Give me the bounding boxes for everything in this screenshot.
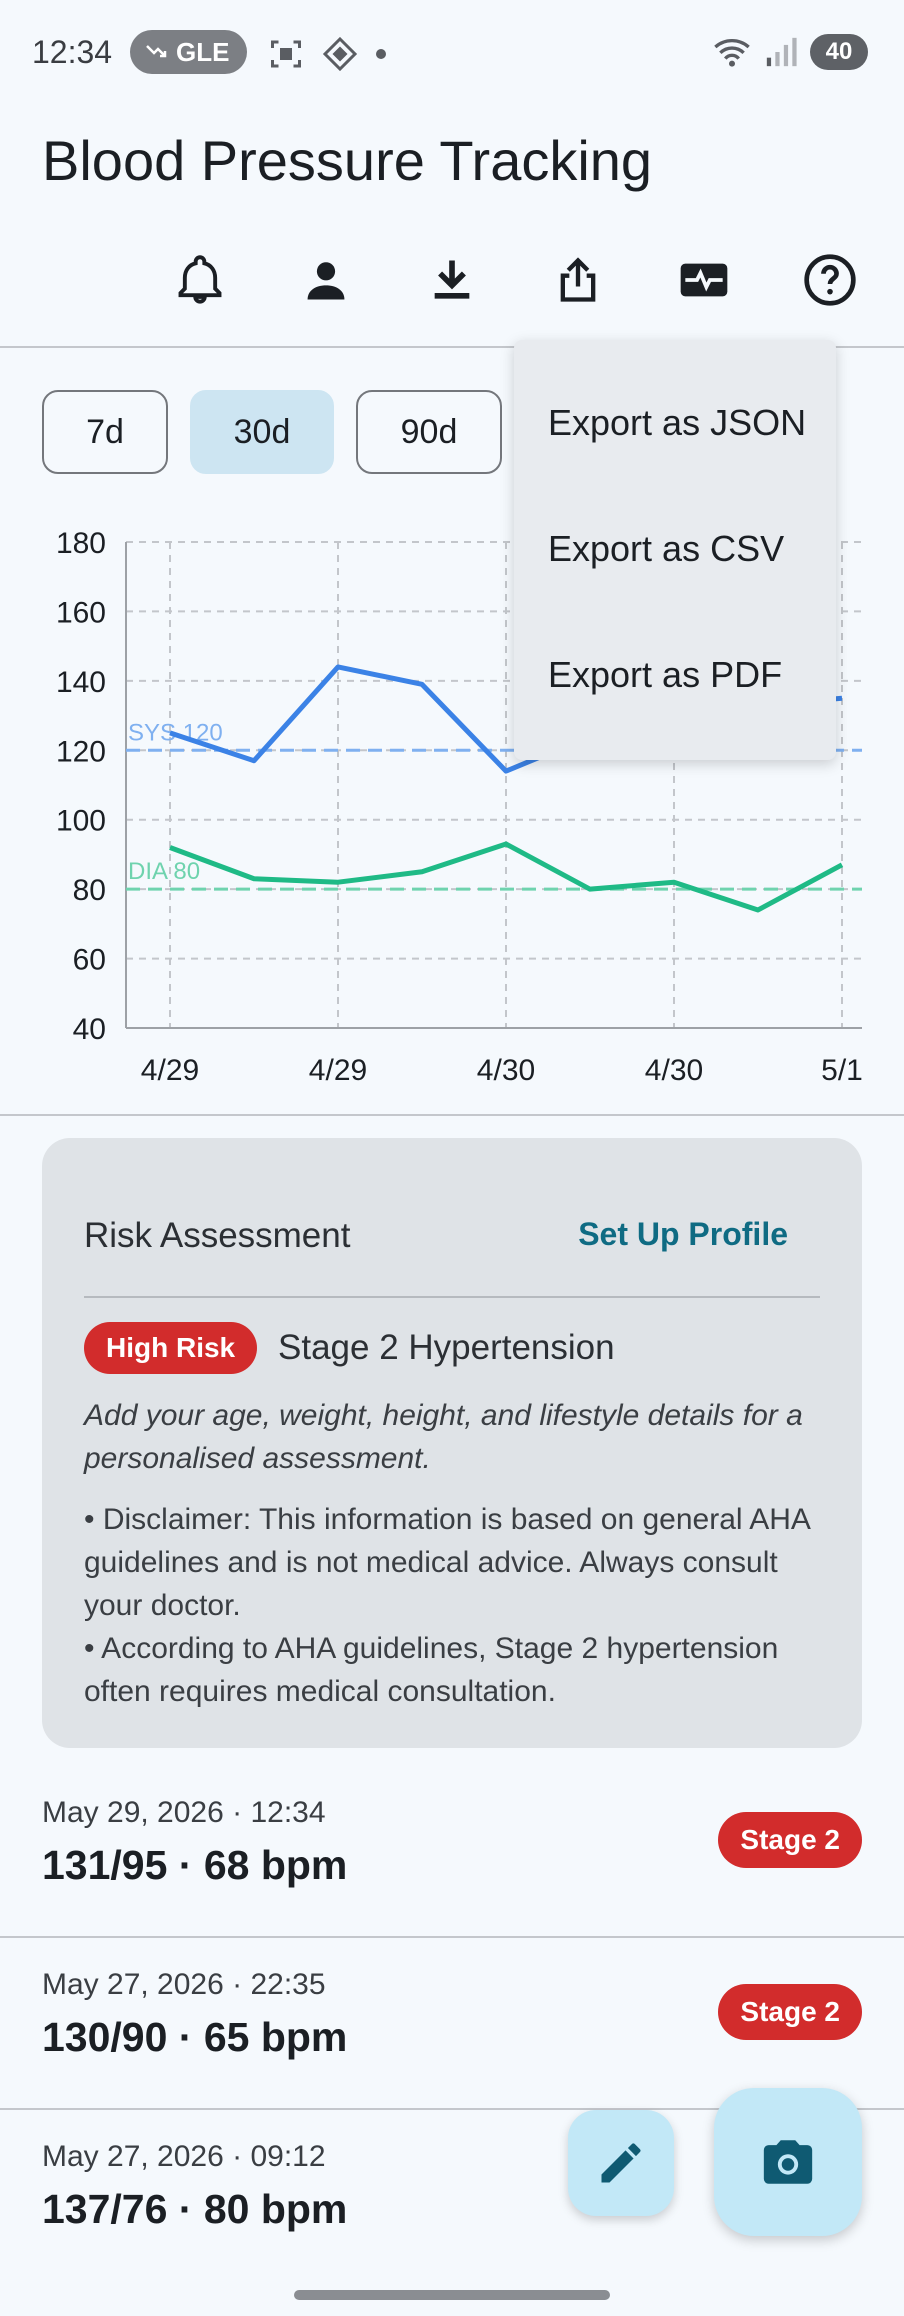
risk-bullet: • Disclaimer: This information is based …: [84, 1503, 810, 1622]
chart-divider: [0, 1114, 904, 1116]
x-tick-label: 4/29: [141, 1054, 199, 1087]
camera-icon: [763, 2140, 813, 2184]
camera-scan-fab[interactable]: [714, 2088, 862, 2236]
share-icon: [560, 257, 596, 302]
reading-value: 130/90 · 65 bpm: [42, 2014, 348, 2060]
reading-row[interactable]: May 27, 2026 · 22:35 130/90 · 65 bpm Sta…: [0, 1938, 904, 2110]
range-chip-7d[interactable]: 7d: [42, 390, 168, 474]
y-tick-label: 120: [56, 735, 106, 768]
x-tick-label: 4/29: [309, 1054, 367, 1087]
wifi-icon: [714, 39, 750, 67]
risk-level-badge: High Risk: [84, 1322, 258, 1374]
y-tick-label: 160: [56, 596, 106, 629]
reference-line-label: DIA 80: [128, 858, 200, 885]
y-tick-label: 80: [73, 874, 106, 907]
pencil-icon: [601, 2143, 641, 2183]
export-json-item[interactable]: Export as JSON: [514, 360, 836, 486]
monitor-button[interactable]: [664, 240, 744, 320]
person-icon: [307, 262, 345, 300]
reading-stage-badge: Stage 2: [718, 1984, 862, 2040]
signal-icon: [766, 37, 797, 67]
export-menu: Export as JSON Export as CSV Export as P…: [514, 340, 836, 760]
range-chip-30d[interactable]: 30d: [190, 390, 334, 474]
risk-note: Add your age, weight, height, and lifest…: [84, 1399, 803, 1475]
series-line-dia: [169, 841, 844, 913]
reading-value: 137/76 · 80 bpm: [42, 2186, 348, 2232]
battery-indicator: 40: [810, 34, 868, 70]
reading-date: May 27, 2026 · 22:35: [42, 1968, 326, 2001]
status-time: 12:34: [32, 34, 113, 70]
risk-divider: [84, 1296, 820, 1298]
notification-dot: [376, 49, 386, 59]
risk-bullets: • Disclaimer: This information is based …: [84, 1498, 834, 1713]
help-icon: [804, 254, 856, 306]
x-tick-label: 4/30: [477, 1054, 535, 1087]
risk-stage-text: Stage 2 Hypertension: [278, 1328, 615, 1367]
reading-stage-badge: Stage 2: [718, 1812, 862, 1868]
risk-title: Risk Assessment: [84, 1216, 351, 1255]
setup-profile-link[interactable]: Set Up Profile: [578, 1216, 788, 1253]
status-pill: GLE: [130, 30, 248, 74]
toolbar: [0, 240, 904, 320]
status-bar: 12:34 GLE 40: [0, 0, 904, 108]
manual-entry-fab[interactable]: [568, 2110, 674, 2216]
range-chip-label: 30d: [233, 412, 291, 451]
y-tick-label: 140: [56, 666, 106, 699]
import-button[interactable]: [412, 240, 492, 320]
reading-date: May 27, 2026 · 09:12: [42, 2140, 326, 2173]
diamond-icon: [322, 36, 358, 72]
heart-monitor-icon: [680, 263, 728, 297]
profile-button[interactable]: [286, 240, 366, 320]
page-title: Blood Pressure Tracking: [42, 129, 653, 192]
y-tick-label: 40: [73, 1013, 106, 1046]
export-csv-item[interactable]: Export as CSV: [514, 486, 836, 612]
export-button[interactable]: [538, 240, 618, 320]
range-chip-90d[interactable]: 90d: [356, 390, 502, 474]
bell-icon: [178, 255, 222, 304]
x-tick-label: 4/30: [645, 1054, 703, 1087]
screenshot-icon: [271, 40, 301, 68]
range-chip-label: 7d: [86, 412, 124, 451]
y-tick-label: 180: [56, 527, 106, 560]
reading-value: 131/95 · 68 bpm: [42, 1842, 348, 1888]
reading-date: May 29, 2026 · 12:34: [42, 1796, 326, 1829]
x-tick-label: 5/1: [821, 1054, 863, 1087]
status-pill-label: GLE: [176, 36, 230, 67]
y-tick-label: 60: [73, 944, 106, 977]
risk-bullet: • According to AHA guidelines, Stage 2 h…: [84, 1632, 779, 1708]
export-pdf-item[interactable]: Export as PDF: [514, 612, 836, 738]
help-button[interactable]: [790, 240, 870, 320]
status-system-icons: 40: [712, 34, 868, 70]
y-tick-label: 100: [56, 805, 106, 838]
download-icon: [434, 260, 470, 299]
home-indicator: [294, 2290, 610, 2300]
notifications-button[interactable]: [160, 240, 240, 320]
trending-down-icon: [146, 45, 167, 58]
status-notification-icons: [268, 36, 386, 72]
range-chip-label: 90d: [400, 412, 458, 451]
risk-assessment-card: Risk Assessment Set Up Profile High Risk…: [42, 1138, 862, 1748]
reading-row[interactable]: May 29, 2026 · 12:34 131/95 · 68 bpm Sta…: [0, 1766, 904, 1938]
